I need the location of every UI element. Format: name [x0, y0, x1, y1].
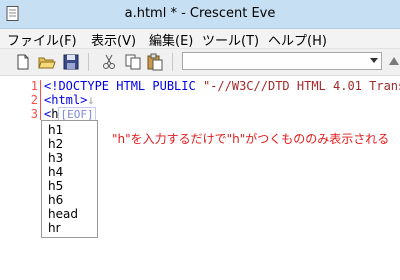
line-number: 2	[30, 93, 38, 107]
doctype-tag: <!DOCTYPE	[44, 79, 117, 93]
completion-item-h1[interactable]: h1	[48, 123, 63, 137]
toolbar-separator	[172, 53, 173, 71]
completion-item-h3[interactable]: h3	[48, 151, 63, 165]
title-bar: a.html * - Crescent Eve	[0, 0, 400, 29]
line-number: 3	[30, 107, 38, 121]
toolbar-separator	[88, 53, 89, 71]
save-disk-icon[interactable]	[62, 53, 80, 71]
code-line-2: <html>↓	[44, 93, 95, 107]
code-line-1: <!DOCTYPE HTML PUBLIC "-//W3C//DTD HTML …	[44, 79, 400, 93]
completion-item-hr[interactable]: hr	[48, 221, 61, 235]
menu-file[interactable]: ファイル(F)	[7, 30, 77, 49]
code-line-3: <h [EOF]	[44, 107, 96, 122]
gutter-divider	[40, 80, 41, 120]
completion-item-h5[interactable]: h5	[48, 179, 63, 193]
menu-tools[interactable]: ツール(T)	[202, 30, 259, 49]
menu-help[interactable]: ヘルプ(H)	[268, 30, 327, 49]
open-folder-icon[interactable]	[38, 53, 56, 71]
toolbar	[0, 49, 400, 76]
menu-edit[interactable]: 編集(E)	[149, 30, 193, 49]
completion-item-h4[interactable]: h4	[48, 165, 63, 179]
chevron-down-icon[interactable]	[370, 58, 378, 63]
completion-item-h2[interactable]: h2	[48, 137, 63, 151]
cut-icon[interactable]	[100, 53, 118, 71]
completion-item-h6[interactable]: h6	[48, 193, 63, 207]
search-combo[interactable]	[182, 52, 382, 70]
line-number: 1	[30, 79, 38, 93]
new-document-icon[interactable]	[14, 53, 32, 71]
arrow-up-icon[interactable]	[389, 57, 399, 65]
paste-icon[interactable]	[146, 53, 164, 71]
doctype-keyword: HTML PUBLIC	[116, 79, 203, 93]
window-title: a.html * - Crescent Eve	[124, 6, 276, 21]
html-tag: <html>	[44, 93, 88, 107]
copy-icon[interactable]	[124, 53, 142, 71]
menu-bar: ファイル(F) 表示(V) 編集(E) ツール(T) ヘルプ(H)	[0, 29, 400, 49]
menu-view[interactable]: 表示(V)	[91, 30, 136, 49]
completion-popup: h1 h2 h3 h4 h5 h6 head hr	[41, 120, 98, 238]
completion-item-head[interactable]: head	[48, 207, 78, 221]
newline-mark: ↓	[87, 93, 95, 107]
annotation-note: "h"を入力するだけで"h"がつくもののみ表示される	[112, 132, 390, 146]
doctype-string: "-//W3C//DTD HTML 4.01 Transit	[202, 79, 400, 93]
